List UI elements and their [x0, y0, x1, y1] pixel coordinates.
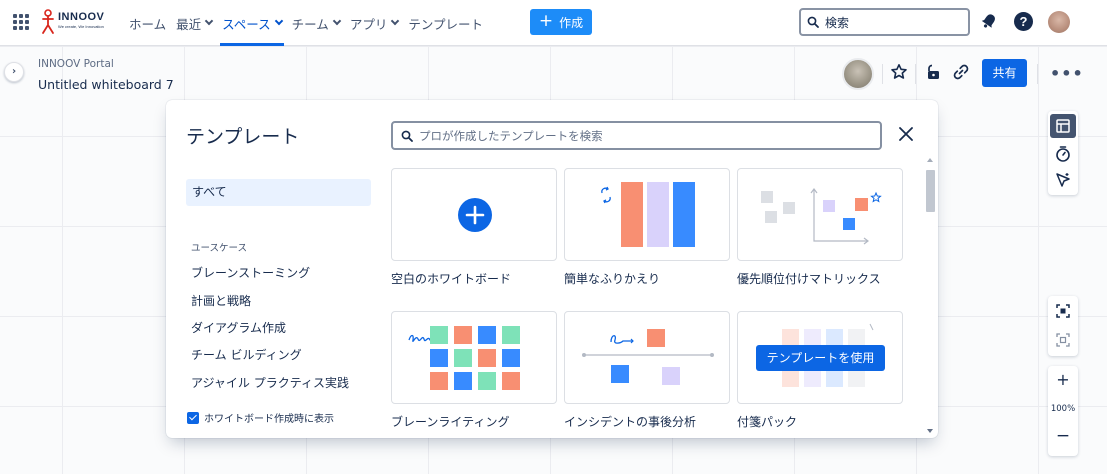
nav-item-label: スペース — [222, 16, 271, 32]
chevron-down-icon — [332, 16, 342, 26]
zoom-level[interactable]: 100% — [1048, 404, 1078, 414]
app-switcher-icon[interactable] — [13, 14, 29, 30]
retro-columns-icon — [601, 182, 695, 247]
sparkle-icon — [1056, 173, 1070, 187]
template-grid: 空白のホワイトボード 簡単なふりかえり 優先順位付けマトリックス ブレーンライテ… — [391, 168, 921, 438]
show-on-create-checkbox[interactable]: ホワイトボード作成時に表示 — [187, 410, 334, 425]
plus-circle-icon — [458, 198, 492, 232]
top-navigation: INNOOV We create, We Innovation ホーム 最近 ス… — [0, 0, 1107, 46]
logo-subtitle: We create, We Innovation — [58, 24, 104, 29]
usecase-heading: ユースケース — [191, 243, 248, 254]
notification-bell-icon[interactable] — [980, 12, 998, 30]
template-label[interactable]: ブレーンライティング — [391, 413, 509, 430]
template-card-prioritization-matrix[interactable] — [737, 168, 903, 261]
nav-item-label: アプリ — [349, 16, 388, 32]
user-avatar[interactable] — [1048, 11, 1070, 33]
chevron-down-icon — [204, 16, 214, 26]
template-card-blank[interactable] — [391, 168, 557, 261]
ai-button[interactable] — [1050, 168, 1076, 192]
nav-item-label: チーム — [291, 16, 329, 32]
category-all[interactable]: すべて — [186, 179, 371, 206]
template-card-brainwriting[interactable] — [391, 311, 557, 404]
template-modal: テンプレート すべて ユースケース ブレーンストーミング 計画と戦略 ダイアグラ… — [166, 100, 938, 438]
nav-item-spaces[interactable]: スペース — [217, 0, 287, 46]
nav-item-label: ホーム — [129, 16, 167, 32]
use-template-button[interactable]: テンプレートを使用 — [756, 345, 885, 371]
fit-screen-icon — [1056, 304, 1070, 318]
template-label[interactable]: 簡単なふりかえり — [564, 270, 660, 287]
modal-title: テンプレート — [186, 126, 300, 148]
checkbox-checked-icon — [187, 411, 199, 424]
matrix-icon — [761, 188, 882, 245]
template-card-retrospective[interactable] — [564, 168, 730, 261]
category-diagramming[interactable]: ダイアグラム作成 — [191, 319, 286, 336]
search-placeholder: プロが作成したテンプレートを検索 — [419, 128, 603, 143]
select-area-button[interactable] — [1050, 328, 1076, 352]
page-title[interactable]: Untitled whiteboard 7 — [38, 77, 174, 92]
divider — [1037, 64, 1038, 84]
nav-item-label: テンプレート — [408, 16, 483, 32]
search-icon — [401, 130, 413, 142]
plus-icon: + — [538, 10, 554, 31]
modal-scrollbar[interactable] — [924, 155, 936, 438]
unlock-icon[interactable] — [924, 63, 942, 81]
templates-panel-button[interactable] — [1050, 114, 1076, 138]
nav-item-templates[interactable]: テンプレート — [403, 0, 488, 46]
right-toolbar — [1048, 111, 1078, 195]
scroll-thumb[interactable] — [926, 170, 935, 212]
more-options-button[interactable]: ••• — [1050, 64, 1084, 83]
zoom-out-button[interactable]: − — [1048, 426, 1078, 446]
divider — [882, 64, 883, 84]
nav-item-label: 最近 — [176, 16, 202, 32]
chevron-down-icon — [274, 16, 283, 26]
search-label: 検索 — [825, 15, 850, 30]
nav-item-recent[interactable]: 最近 — [171, 0, 217, 46]
logo-mark-icon — [42, 9, 54, 34]
nav-item-home[interactable]: ホーム — [124, 0, 171, 46]
template-label[interactable]: 空白のホワイトボード — [391, 270, 511, 287]
help-icon[interactable]: ? — [1014, 12, 1033, 31]
template-search-input[interactable]: プロが作成したテンプレートを検索 — [391, 121, 882, 150]
scroll-up-arrow-icon[interactable] — [927, 158, 933, 162]
zoom-in-button[interactable]: + — [1048, 370, 1078, 389]
brainwriting-icon — [408, 326, 520, 390]
link-icon[interactable] — [952, 63, 970, 81]
template-card-sticky-pack[interactable]: テンプレートを使用 — [737, 311, 903, 404]
timer-button[interactable] — [1050, 142, 1076, 166]
divider — [915, 64, 916, 84]
template-label[interactable]: 付箋パック — [737, 413, 797, 430]
category-team-building[interactable]: チーム ビルディング — [191, 346, 302, 363]
expand-sidebar-button[interactable]: › — [4, 62, 24, 82]
timeline-icon — [582, 329, 714, 385]
global-search-input[interactable]: 検索 — [799, 8, 970, 36]
fit-to-screen-button[interactable] — [1050, 299, 1076, 323]
layout-icon — [1056, 119, 1070, 133]
zoom-toolbar: + 100% − — [1048, 366, 1078, 456]
scroll-down-arrow-icon[interactable] — [927, 429, 933, 433]
checkbox-label: ホワイトボード作成時に表示 — [204, 414, 334, 425]
view-toolbar — [1048, 296, 1078, 356]
search-icon — [807, 16, 819, 28]
breadcrumb[interactable]: INNOOV Portal — [38, 58, 114, 70]
category-brainstorming[interactable]: ブレーンストーミング — [191, 264, 310, 281]
nav-item-apps[interactable]: アプリ — [345, 0, 404, 46]
category-planning[interactable]: 計画と戦略 — [191, 292, 251, 309]
category-agile[interactable]: アジャイル プラクティス実践 — [191, 374, 349, 391]
timer-icon — [1056, 146, 1070, 162]
share-button[interactable]: 共有 — [982, 59, 1027, 87]
collaborator-avatar[interactable] — [842, 58, 874, 90]
chevron-down-icon — [391, 16, 400, 26]
select-area-icon — [1056, 333, 1070, 347]
template-label[interactable]: インシデントの事後分析 — [564, 413, 696, 430]
create-button[interactable]: + 作成 — [530, 9, 592, 35]
create-button-label: 作成 — [559, 15, 584, 30]
template-card-incident-postmortem[interactable] — [564, 311, 730, 404]
primary-nav: ホーム 最近 スペース チーム アプリ テンプレート — [124, 0, 488, 46]
close-icon[interactable] — [896, 124, 916, 144]
nav-item-teams[interactable]: チーム — [287, 0, 345, 46]
logo-text: INNOOV — [58, 11, 105, 23]
template-label[interactable]: 優先順位付けマトリックス — [737, 270, 881, 287]
star-icon[interactable] — [890, 63, 908, 81]
